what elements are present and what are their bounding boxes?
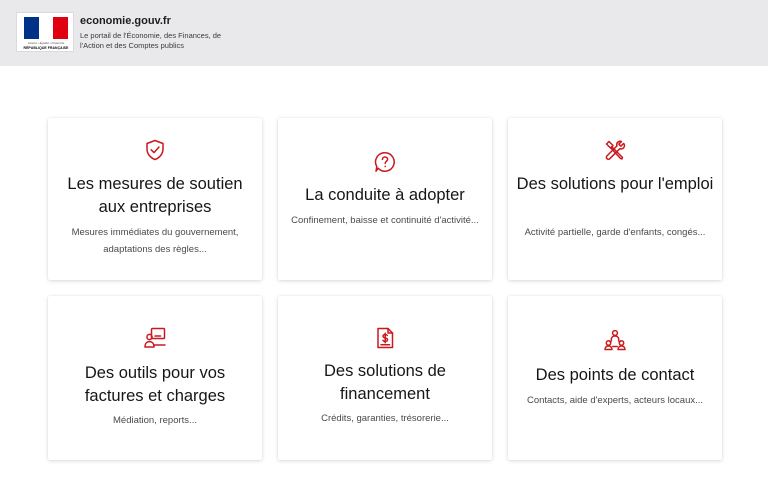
question-bubble-icon [373,150,397,174]
card-mesures-soutien[interactable]: Les mesures de soutien aux entreprises M… [48,118,262,280]
contacts-network-icon [603,328,627,352]
card-title: Des points de contact [535,366,695,384]
logo-motto: Liberté • Égalité • Fraternité [27,41,65,45]
card-title: Les mesures de soutien aux entreprises [67,175,243,216]
card-description: Crédits, garanties, trésorerie... [321,413,449,424]
card-solutions-financement[interactable]: Des solutions de financement Crédits, ga… [278,296,492,460]
site-header: Liberté • Égalité • Fraternité RÉPUBLIQU… [0,0,768,66]
card-title: Des outils pour vos factures et charges [84,364,226,405]
shield-check-icon [143,138,167,162]
card-description: Mesures immédiates du gouvernement, adap… [71,227,239,255]
card-description: Activité partielle, garde d'enfants, con… [524,227,706,238]
card-description: Confinement, baisse et continuité d'acti… [291,215,479,226]
card-title: La conduite à adopter [305,186,465,204]
card-points-contact[interactable]: Des points de contact Contacts, aide d'e… [508,296,722,460]
card-title: Des solutions de financement [324,362,446,403]
card-outils-factures[interactable]: Des outils pour vos factures et charges … [48,296,262,460]
user-screen-icon [143,326,167,350]
invoice-dollar-icon [373,326,397,350]
site-name[interactable]: economie.gouv.fr [80,15,171,27]
marianne-flag-icon [24,17,68,39]
logo-republic-label: RÉPUBLIQUE FRANÇAISE [23,46,69,50]
site-tagline: Le portail de l'Économie, des Finances, … [80,31,222,50]
card-description: Contacts, aide d'experts, acteurs locaux… [526,395,704,406]
tools-icon [603,138,627,162]
card-conduite-adopter[interactable]: La conduite à adopter Confinement, baiss… [278,118,492,280]
card-solutions-emploi[interactable]: Des solutions pour l'emploi Activité par… [508,118,722,280]
card-description: Médiation, reports... [113,415,197,426]
card-title: Des solutions pour l'emploi [516,175,714,193]
republique-francaise-logo[interactable]: Liberté • Égalité • Fraternité RÉPUBLIQU… [16,12,74,52]
